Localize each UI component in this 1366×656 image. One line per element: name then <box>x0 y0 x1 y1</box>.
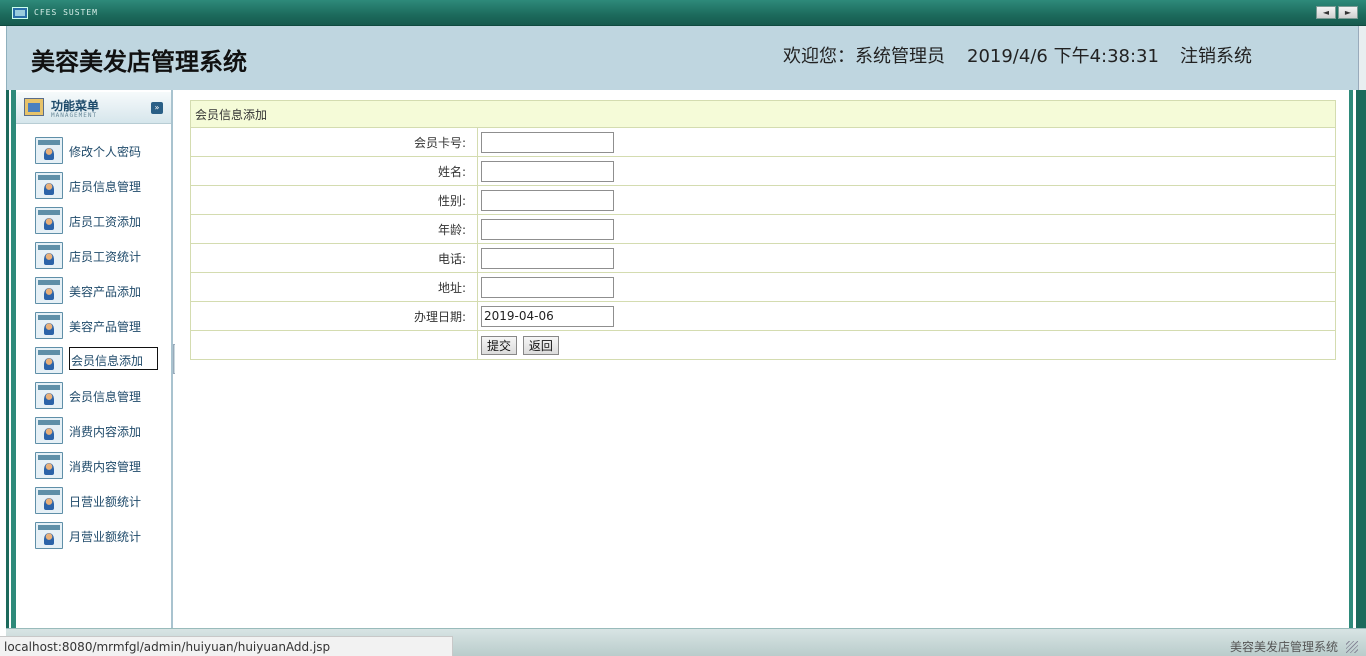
field-label: 年龄: <box>190 214 478 244</box>
empty-cell <box>190 330 478 360</box>
user-card-icon <box>35 487 63 514</box>
form-row-actions: 提交 返回 <box>190 330 1336 360</box>
field-label: 性别: <box>190 185 478 215</box>
back-button[interactable]: 返回 <box>522 335 559 355</box>
menu-subtitle: MANAGEMENT <box>51 112 98 119</box>
nav-prev-button[interactable]: ◄ <box>1316 6 1336 19</box>
field-label: 地址: <box>190 272 478 302</box>
user-card-icon <box>35 242 63 269</box>
user-card-icon <box>35 312 63 339</box>
form-row-address: 地址: <box>190 272 1336 302</box>
form-row-name: 姓名: <box>190 156 1336 186</box>
resize-grip-icon[interactable] <box>1346 641 1358 653</box>
age-input[interactable] <box>481 218 614 240</box>
status-bar-url: localhost:8080/mrmfgl/admin/huiyuan/huiy… <box>0 636 453 656</box>
frame-right-border <box>1349 90 1366 656</box>
user-card-icon <box>35 137 63 164</box>
logout-link[interactable]: 注销系统 <box>1180 42 1252 68</box>
sidebar-item-change-password[interactable]: 修改个人密码 <box>16 134 171 169</box>
form-row-gender: 性别: <box>190 185 1336 215</box>
field-label: 电话: <box>190 243 478 273</box>
sidebar-item-product-manage[interactable]: 美容产品管理 <box>16 309 171 344</box>
field-label: 办理日期: <box>190 301 478 331</box>
sidebar: 功能菜单 MANAGEMENT » 修改个人密码 店员信息管理 店员工资添加 店… <box>16 90 177 628</box>
welcome-text: 欢迎您：系统管理员 <box>783 46 945 67</box>
user-card-icon <box>35 417 63 444</box>
card-number-input[interactable] <box>481 131 614 153</box>
datetime-display: 2019/4/6 下午4:38:31 <box>967 46 1159 67</box>
sidebar-item-member-add[interactable]: 会员信息添加 <box>16 344 171 379</box>
page-header: 美容美发店管理系统 欢迎您：系统管理员 2019/4/6 下午4:38:31 注… <box>6 26 1366 90</box>
sidebar-menu: 修改个人密码 店员信息管理 店员工资添加 店员工资统计 美容产品添加 美容产品管… <box>16 134 171 554</box>
form-row-date: 办理日期: <box>190 301 1336 331</box>
user-card-icon <box>35 347 63 374</box>
sidebar-item-label: 月营业额统计 <box>69 530 142 544</box>
sidebar-item-label: 美容产品管理 <box>69 320 142 334</box>
menu-header: 功能菜单 MANAGEMENT » <box>16 92 171 124</box>
header-scrollbar[interactable] <box>1358 26 1366 90</box>
menu-folder-icon <box>24 98 44 116</box>
sidebar-item-salary-add[interactable]: 店员工资添加 <box>16 204 171 239</box>
sidebar-item-label: 店员工资统计 <box>69 250 142 264</box>
member-add-form: 会员信息添加 会员卡号: 姓名: 性别: 年龄: 电话: 地址: 办理日期: 2… <box>190 100 1336 360</box>
collapse-toggle-icon[interactable]: » <box>151 102 163 114</box>
form-caption: 会员信息添加 <box>190 100 1336 128</box>
sidebar-item-label: 店员工资添加 <box>69 215 142 229</box>
user-card-icon <box>35 172 63 199</box>
sidebar-item-consume-add[interactable]: 消费内容添加 <box>16 414 171 449</box>
sidebar-item-label: 会员信息管理 <box>69 390 142 404</box>
sidebar-item-staff-info[interactable]: 店员信息管理 <box>16 169 171 204</box>
sidebar-item-label: 消费内容管理 <box>69 460 142 474</box>
sidebar-item-label: 会员信息添加 <box>69 347 158 370</box>
sidebar-item-consume-manage[interactable]: 消费内容管理 <box>16 449 171 484</box>
sidebar-item-label: 日营业额统计 <box>69 495 142 509</box>
user-card-icon <box>35 452 63 479</box>
field-label: 姓名: <box>190 156 478 186</box>
form-row-age: 年龄: <box>190 214 1336 244</box>
system-label: CFES SUSTEM <box>34 8 98 17</box>
sidebar-item-label: 店员信息管理 <box>69 180 142 194</box>
date-input[interactable] <box>481 305 614 327</box>
field-label: 会员卡号: <box>190 127 478 157</box>
sidebar-item-label: 消费内容添加 <box>69 425 142 439</box>
app-title: 美容美发店管理系统 <box>31 48 247 76</box>
submit-button[interactable]: 提交 <box>481 335 518 355</box>
sidebar-item-label: 美容产品添加 <box>69 285 142 299</box>
user-card-icon <box>35 382 63 409</box>
window-title-bar: CFES SUSTEM ◄ ► <box>0 0 1366 26</box>
sidebar-item-daily-revenue[interactable]: 日营业额统计 <box>16 484 171 519</box>
footer-brand: 美容美发店管理系统 <box>1229 640 1338 654</box>
user-card-icon <box>35 207 63 234</box>
name-input[interactable] <box>481 160 614 182</box>
form-row-phone: 电话: <box>190 243 1336 273</box>
sidebar-item-salary-stats[interactable]: 店员工资统计 <box>16 239 171 274</box>
gender-input[interactable] <box>481 189 614 211</box>
sidebar-item-product-add[interactable]: 美容产品添加 <box>16 274 171 309</box>
sidebar-item-label: 修改个人密码 <box>69 145 142 159</box>
sidebar-item-monthly-revenue[interactable]: 月营业额统计 <box>16 519 171 554</box>
address-input[interactable] <box>481 276 614 298</box>
nav-next-button[interactable]: ► <box>1338 6 1358 19</box>
phone-input[interactable] <box>481 247 614 269</box>
window-nav-buttons: ◄ ► <box>1316 6 1358 19</box>
frame-left-border <box>6 90 16 656</box>
computer-icon <box>12 7 28 19</box>
main-content: 会员信息添加 会员卡号: 姓名: 性别: 年龄: 电话: 地址: 办理日期: 2… <box>175 90 1349 628</box>
user-card-icon <box>35 522 63 549</box>
form-row-card-number: 会员卡号: <box>190 127 1336 157</box>
sidebar-item-member-manage[interactable]: 会员信息管理 <box>16 379 171 414</box>
user-card-icon <box>35 277 63 304</box>
